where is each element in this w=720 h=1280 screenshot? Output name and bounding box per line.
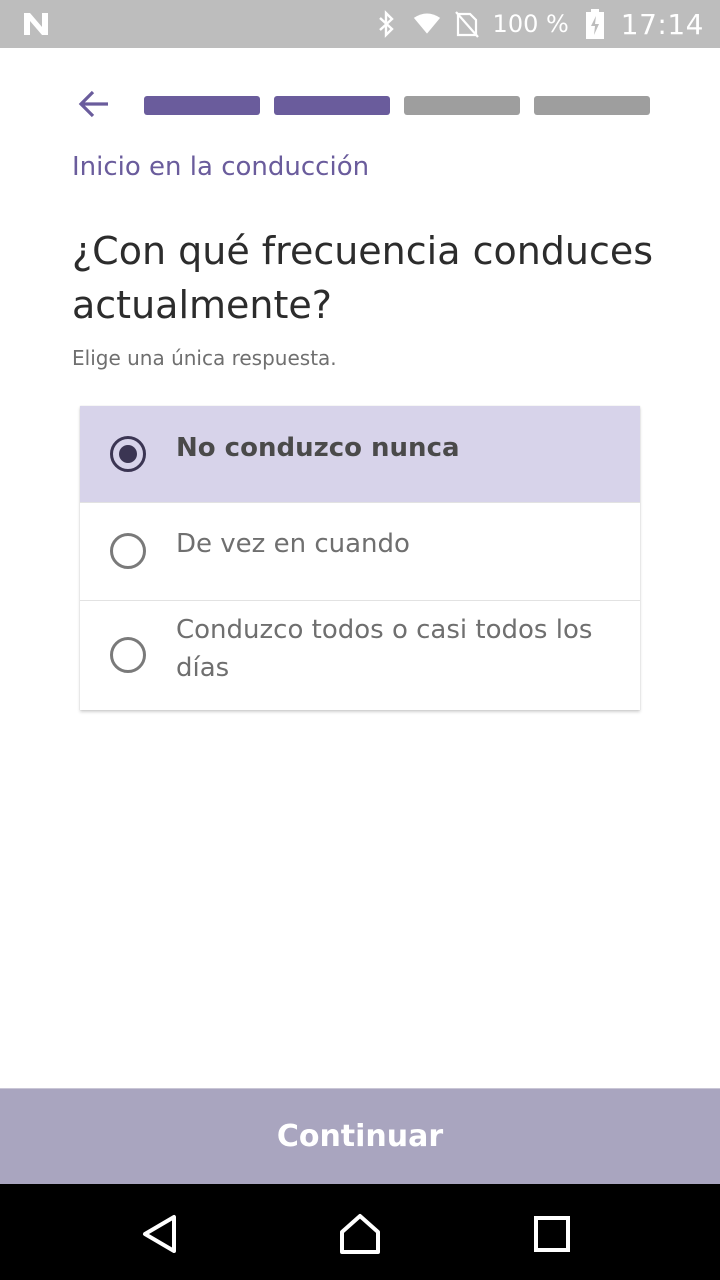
question-title: ¿Con qué frecuencia conduces actualmente… xyxy=(72,229,654,327)
radio-button[interactable] xyxy=(110,436,146,472)
progress-step-2 xyxy=(274,96,390,115)
battery-percent: 100 % xyxy=(492,10,569,38)
option-label: De vez en cuando xyxy=(176,529,410,559)
option-sometimes[interactable]: De vez en cuando xyxy=(80,503,640,601)
back-button[interactable] xyxy=(76,86,112,122)
status-bar: 100 % 17:14 xyxy=(0,0,720,48)
battery-charging-icon xyxy=(581,9,609,39)
radio-button[interactable] xyxy=(110,533,146,569)
arrow-left-icon xyxy=(78,90,108,118)
answer-hint: Elige una única respuesta. xyxy=(72,346,337,370)
no-sim-icon xyxy=(453,10,481,38)
radio-button[interactable] xyxy=(110,637,146,673)
back-triangle-icon xyxy=(143,1215,176,1253)
top-bar xyxy=(0,48,720,164)
nav-home-button[interactable] xyxy=(338,1212,382,1256)
continue-button[interactable]: Continuar xyxy=(0,1088,720,1184)
step-progress xyxy=(144,96,650,115)
home-icon xyxy=(340,1214,380,1254)
wifi-icon xyxy=(413,10,441,38)
navigation-bar xyxy=(0,1184,720,1280)
option-label: No conduzco nunca xyxy=(176,433,460,463)
option-label: Conduzco todos o casi todos los días xyxy=(176,615,593,683)
recents-icon xyxy=(534,1216,570,1252)
option-daily[interactable]: Conduzco todos o casi todos los días xyxy=(80,601,640,710)
n-logo-icon xyxy=(24,13,48,35)
status-icons: 100 % 17:14 xyxy=(373,0,704,48)
nav-back-button[interactable] xyxy=(138,1212,182,1256)
answer-options: No conduzco nunca De vez en cuando Condu… xyxy=(80,406,640,710)
nav-recents-button[interactable] xyxy=(530,1212,574,1256)
progress-step-1 xyxy=(144,96,260,115)
section-title: Inicio en la conducción xyxy=(72,152,370,182)
bluetooth-icon xyxy=(373,10,401,38)
progress-step-3 xyxy=(404,96,520,115)
option-never[interactable]: No conduzco nunca xyxy=(80,406,640,503)
progress-step-4 xyxy=(534,96,650,115)
clock: 17:14 xyxy=(620,7,704,41)
